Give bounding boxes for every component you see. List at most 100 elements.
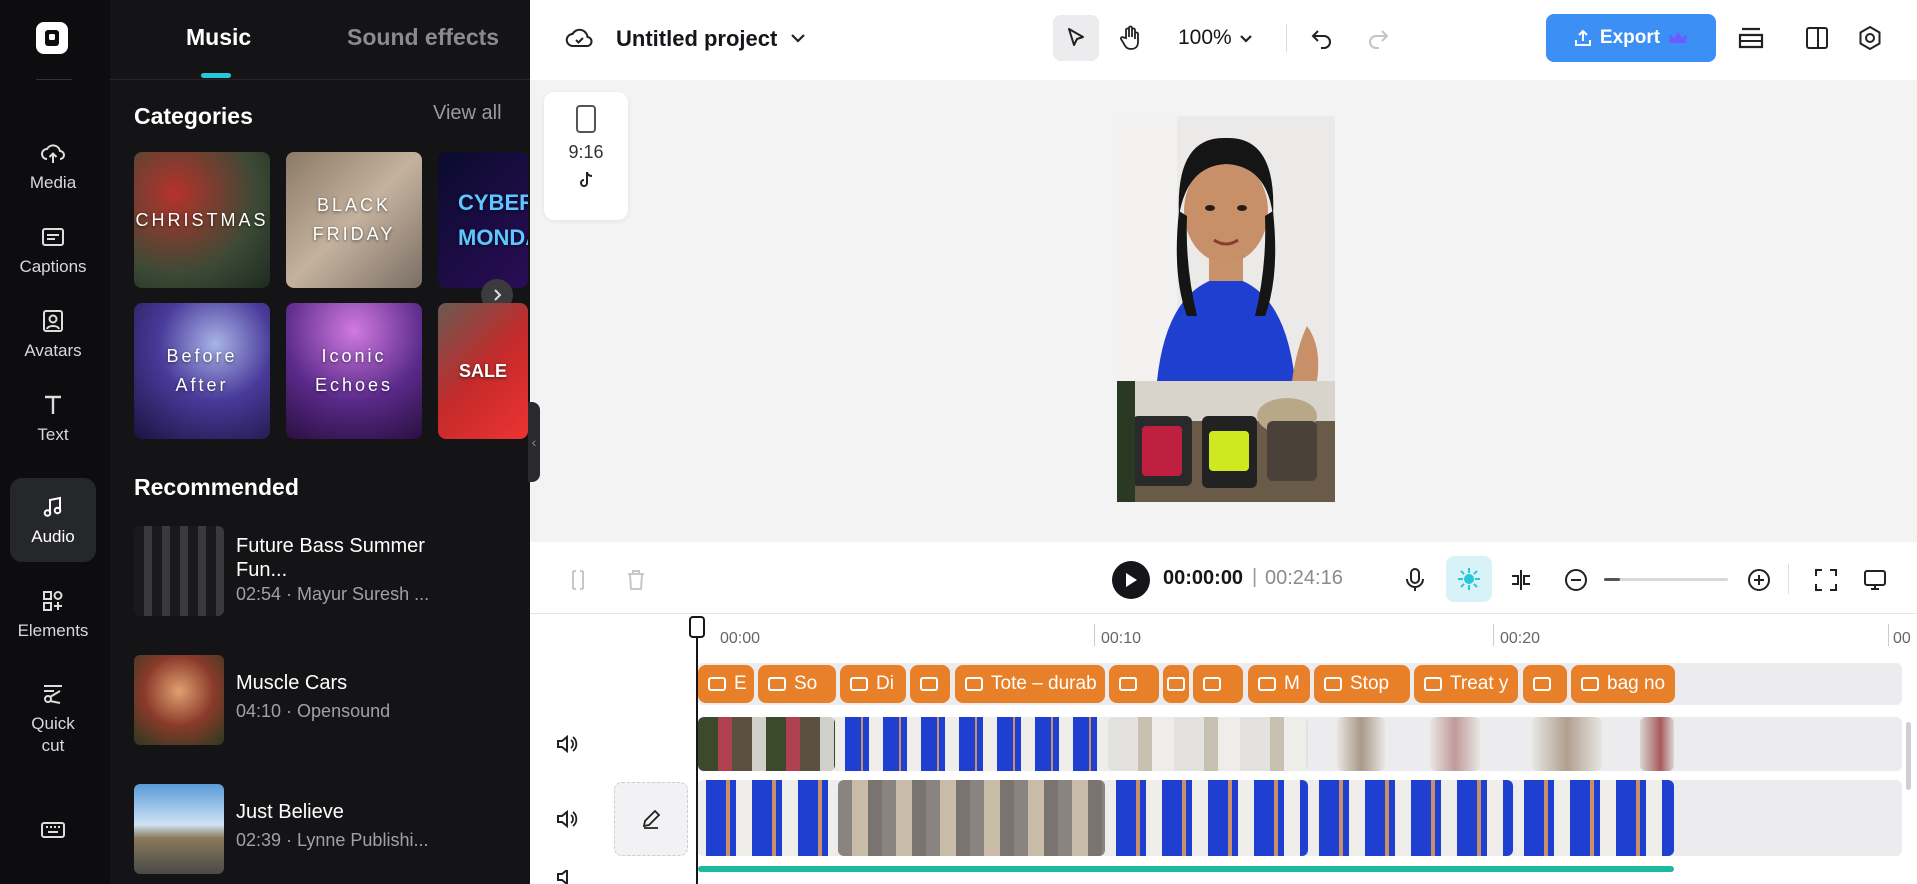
tab-music[interactable]: Music [186,24,251,51]
caption-clip[interactable]: Stop [1314,665,1410,703]
play-button[interactable] [1112,561,1150,599]
caption-clip[interactable]: Treat y [1414,665,1518,703]
zoom-level[interactable]: 100% [1178,26,1232,50]
video-clip[interactable] [698,717,835,771]
cover-edit-button[interactable] [614,782,688,856]
video-preview[interactable] [1117,116,1335,502]
category-label: SALE [458,360,507,381]
text-icon [45,395,61,414]
caption-clip[interactable]: bag no [1571,665,1675,703]
magnet-snap-button[interactable] [1446,556,1492,602]
video-clip[interactable] [1108,717,1308,771]
delete-button[interactable] [621,565,651,595]
display-mode-button[interactable] [1858,563,1892,597]
fullscreen-button[interactable] [1809,563,1843,597]
app-logo[interactable] [36,22,68,54]
settings-button[interactable] [1854,22,1886,54]
track-thumbnail [134,526,224,616]
video-clip[interactable] [1337,717,1385,771]
audio-track-toggle[interactable] [553,870,581,884]
split-clip-button[interactable] [563,565,593,595]
video-clip[interactable] [1108,780,1308,856]
chevron-down-icon[interactable] [786,26,810,50]
video-clip[interactable] [1640,717,1674,771]
caption-clip[interactable] [1193,665,1243,703]
cursor-icon [1068,28,1084,46]
redo-button[interactable] [1362,22,1394,54]
caption-text: Stop [1350,673,1390,694]
speaker-icon [557,734,578,754]
category-sale[interactable]: SALE [438,303,528,439]
select-tool-button[interactable] [1053,15,1099,61]
category-iconic-echoes[interactable]: Iconic Echoes [286,303,422,439]
sidebar-item-audio[interactable]: Audio [10,478,96,562]
audio-tabs: Music Sound effects [110,0,530,80]
layers-button[interactable] [1735,22,1767,54]
sidebar-item-label: Avatars [24,341,82,360]
video-clip[interactable] [698,780,835,856]
split-at-playhead-button[interactable] [1504,563,1538,597]
sidebar-item-avatars[interactable]: Avatars [10,292,96,376]
export-button[interactable]: Export [1546,14,1716,62]
audio-clip[interactable] [698,866,1674,872]
zoom-in-button[interactable] [1742,563,1776,597]
minus-circle-icon [1565,569,1587,591]
track-item[interactable]: Just Believe 02:39 · Lynne Publishi... [134,784,524,876]
video-clip[interactable] [837,717,1105,771]
caption-clip[interactable]: So [758,665,836,703]
zoom-chevron-down-icon[interactable] [1236,28,1256,48]
elements-icon [43,591,63,611]
video-clip[interactable] [1532,717,1602,771]
caption-icon [708,677,726,691]
track-item[interactable]: Muscle Cars 04:10 · Opensound [134,655,524,747]
caption-clip[interactable]: M [1248,665,1310,703]
timeline-scrollbar[interactable] [1906,722,1911,790]
playhead[interactable] [696,618,698,884]
record-voiceover-button[interactable] [1398,563,1432,597]
playhead-handle[interactable] [689,616,705,638]
sidebar-item-captions[interactable]: Captions [10,208,96,292]
category-christmas[interactable]: CHRISTMAS [134,152,270,288]
keyboard-shortcuts-button[interactable] [10,800,96,860]
caption-clip[interactable]: E [698,665,754,703]
main-track-audio-toggle[interactable] [553,805,581,833]
sidebar-item-quick-cut[interactable]: Quick cut [10,668,96,768]
video-clip[interactable] [1516,780,1674,856]
undo-button[interactable] [1306,22,1338,54]
tab-sound-effects[interactable]: Sound effects [347,24,499,51]
caption-icon [1258,677,1276,691]
video-clip[interactable] [1430,717,1480,771]
caption-icon [1324,677,1342,691]
project-title[interactable]: Untitled project [616,26,777,52]
caption-clip[interactable]: Di [840,665,906,703]
zoom-out-button[interactable] [1559,563,1593,597]
collapse-panel-button[interactable]: ‹ [528,402,540,482]
track-item[interactable]: Future Bass Summer Fun... 02:54 · Mayur … [134,526,524,618]
category-black-friday[interactable]: BLACK FRIDAY [286,152,422,288]
caption-clip[interactable] [1163,665,1189,703]
video-clip[interactable] [1311,780,1513,856]
video-clip[interactable] [838,780,1105,856]
caption-clip[interactable] [1109,665,1159,703]
caption-clip[interactable] [1523,665,1567,703]
caption-icon [768,677,786,691]
caption-clip[interactable] [910,665,950,703]
category-before-after[interactable]: Before After [134,303,270,439]
caption-text: So [794,673,818,694]
category-cyber-monday[interactable]: CYBER MONDAY [438,152,528,288]
cloud-sync-icon[interactable] [563,22,595,54]
sidebar-item-elements[interactable]: Elements [10,572,96,656]
sidebar-item-label: Media [29,173,77,192]
track-audio-toggle[interactable] [553,730,581,758]
view-all-link[interactable]: View all [433,102,502,125]
ruler-label: 00:20 [1500,630,1541,647]
caption-text: M [1284,673,1300,694]
pencil-icon [642,809,661,829]
caption-clip[interactable]: Tote – durab [955,665,1105,703]
sidebar-item-media[interactable]: Media [10,124,96,208]
split-view-button[interactable] [1801,22,1833,54]
timeline-zoom-slider[interactable] [1604,578,1728,581]
aspect-ratio-selector[interactable]: 9:16 [544,92,628,220]
sidebar-item-text[interactable]: Text [10,376,96,460]
hand-tool-button[interactable] [1108,15,1154,61]
